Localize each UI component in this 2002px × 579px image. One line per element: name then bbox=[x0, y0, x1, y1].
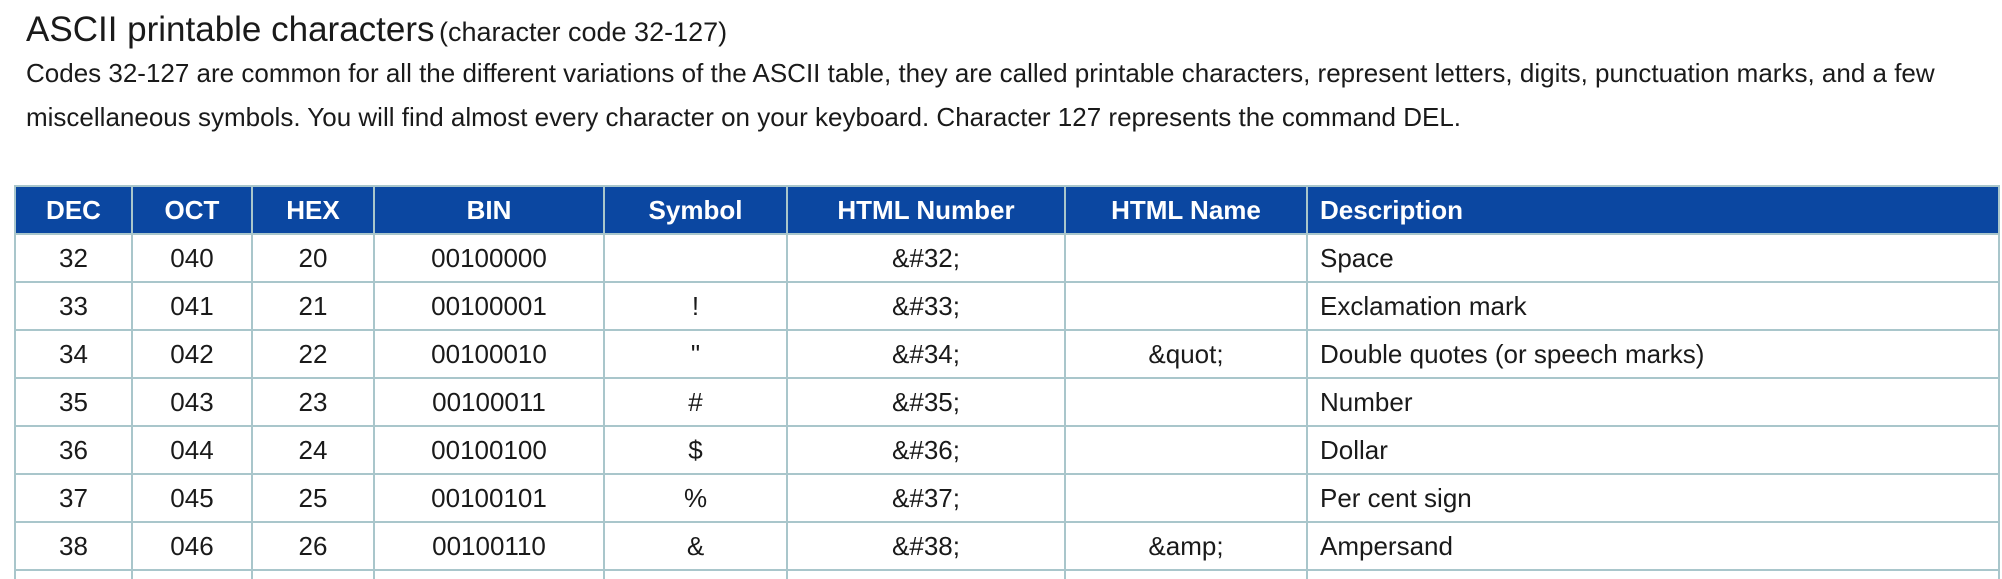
cell-empty bbox=[14, 569, 133, 579]
cell-dec: 37 bbox=[14, 473, 133, 523]
cell-symbol bbox=[603, 233, 788, 283]
cell-hex: 26 bbox=[251, 521, 375, 571]
intro-paragraph: Codes 32-127 are common for all the diff… bbox=[26, 58, 1935, 132]
table-row: 36 044 24 00100100 $ &#36; Dollar bbox=[14, 425, 2000, 475]
cell-bin: 00100001 bbox=[373, 281, 605, 331]
ascii-page: ASCII printable characters (character co… bbox=[0, 0, 2002, 579]
cell-description: Ampersand bbox=[1306, 521, 2000, 571]
cell-html-name: &amp; bbox=[1064, 521, 1308, 571]
cell-symbol: & bbox=[603, 521, 788, 571]
cell-bin: 00100110 bbox=[373, 521, 605, 571]
cell-description: Double quotes (or speech marks) bbox=[1306, 329, 2000, 379]
cell-bin: 00100100 bbox=[373, 425, 605, 475]
table-row: 37 045 25 00100101 % &#37; Per cent sign bbox=[14, 473, 2000, 523]
cell-html-name bbox=[1064, 377, 1308, 427]
cell-oct: 040 bbox=[131, 233, 253, 283]
table-header-row: DEC OCT HEX BIN Symbol HTML Number HTML … bbox=[14, 185, 2000, 235]
cell-html-number: &#37; bbox=[786, 473, 1066, 523]
cell-bin: 00100011 bbox=[373, 377, 605, 427]
column-header-dec[interactable]: DEC bbox=[14, 185, 133, 235]
column-header-bin[interactable]: BIN bbox=[373, 185, 605, 235]
cell-html-number: &#33; bbox=[786, 281, 1066, 331]
cell-html-name: &quot; bbox=[1064, 329, 1308, 379]
cell-hex: 23 bbox=[251, 377, 375, 427]
cell-html-number: &#38; bbox=[786, 521, 1066, 571]
cell-symbol: % bbox=[603, 473, 788, 523]
cell-bin: 00100010 bbox=[373, 329, 605, 379]
cell-dec: 34 bbox=[14, 329, 133, 379]
cell-hex: 24 bbox=[251, 425, 375, 475]
cell-description: Exclamation mark bbox=[1306, 281, 2000, 331]
cell-empty bbox=[251, 569, 375, 579]
cell-oct: 044 bbox=[131, 425, 253, 475]
cell-dec: 36 bbox=[14, 425, 133, 475]
cell-empty bbox=[1306, 569, 2000, 579]
cell-html-name bbox=[1064, 281, 1308, 331]
cell-symbol: # bbox=[603, 377, 788, 427]
cell-hex: 22 bbox=[251, 329, 375, 379]
cell-dec: 35 bbox=[14, 377, 133, 427]
cell-empty bbox=[373, 569, 605, 579]
ascii-table: DEC OCT HEX BIN Symbol HTML Number HTML … bbox=[14, 185, 2000, 579]
cell-html-number: &#35; bbox=[786, 377, 1066, 427]
cell-symbol: $ bbox=[603, 425, 788, 475]
cell-symbol: ! bbox=[603, 281, 788, 331]
cell-description: Number bbox=[1306, 377, 2000, 427]
cell-dec: 38 bbox=[14, 521, 133, 571]
cell-oct: 046 bbox=[131, 521, 253, 571]
cell-hex: 21 bbox=[251, 281, 375, 331]
cell-description: Per cent sign bbox=[1306, 473, 2000, 523]
column-header-symbol[interactable]: Symbol bbox=[603, 185, 788, 235]
cell-bin: 00100000 bbox=[373, 233, 605, 283]
cell-bin: 00100101 bbox=[373, 473, 605, 523]
cell-html-name bbox=[1064, 473, 1308, 523]
cell-html-number: &#34; bbox=[786, 329, 1066, 379]
cell-empty bbox=[1064, 569, 1308, 579]
cell-symbol: " bbox=[603, 329, 788, 379]
table-row: 34 042 22 00100010 " &#34; &quot; Double… bbox=[14, 329, 2000, 379]
column-header-html-number[interactable]: HTML Number bbox=[786, 185, 1066, 235]
cell-empty bbox=[603, 569, 788, 579]
cell-empty bbox=[786, 569, 1066, 579]
table-row: 35 043 23 00100011 # &#35; Number bbox=[14, 377, 2000, 427]
cell-html-number: &#32; bbox=[786, 233, 1066, 283]
cell-oct: 042 bbox=[131, 329, 253, 379]
cell-hex: 25 bbox=[251, 473, 375, 523]
cell-html-number: &#36; bbox=[786, 425, 1066, 475]
table-row: 32 040 20 00100000 &#32; Space bbox=[14, 233, 2000, 283]
cell-description: Space bbox=[1306, 233, 2000, 283]
column-header-hex[interactable]: HEX bbox=[251, 185, 375, 235]
cell-dec: 32 bbox=[14, 233, 133, 283]
column-header-oct[interactable]: OCT bbox=[131, 185, 253, 235]
table-row: 33 041 21 00100001 ! &#33; Exclamation m… bbox=[14, 281, 2000, 331]
page-title: ASCII printable characters bbox=[26, 10, 435, 49]
page-subtitle: (character code 32-127) bbox=[438, 17, 728, 47]
cell-oct: 043 bbox=[131, 377, 253, 427]
table-row-partial bbox=[14, 569, 2000, 579]
cell-html-name bbox=[1064, 233, 1308, 283]
cell-hex: 20 bbox=[251, 233, 375, 283]
cell-description: Dollar bbox=[1306, 425, 2000, 475]
cell-dec: 33 bbox=[14, 281, 133, 331]
cell-oct: 041 bbox=[131, 281, 253, 331]
cell-empty bbox=[131, 569, 253, 579]
page-heading: ASCII printable characters (character co… bbox=[26, 8, 2002, 52]
column-header-description[interactable]: Description bbox=[1306, 185, 2000, 235]
cell-html-name bbox=[1064, 425, 1308, 475]
column-header-html-name[interactable]: HTML Name bbox=[1064, 185, 1308, 235]
table-row: 38 046 26 00100110 & &#38; &amp; Ampersa… bbox=[14, 521, 2000, 571]
cell-oct: 045 bbox=[131, 473, 253, 523]
